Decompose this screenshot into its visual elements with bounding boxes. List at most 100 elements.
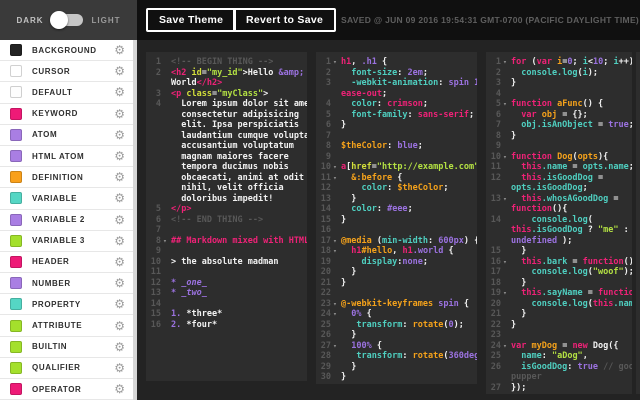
fold-marker-icon[interactable]: ▾ <box>501 194 509 205</box>
gear-icon[interactable]: ⚙ <box>114 214 125 226</box>
line-number: 2 <box>495 67 501 78</box>
save-theme-button[interactable]: Save Theme <box>146 8 237 32</box>
fold-gutter <box>161 152 169 163</box>
fold-marker-icon[interactable]: ▾ <box>501 57 509 68</box>
fold-marker-icon[interactable]: ▾ <box>331 236 339 247</box>
line-number: 29 <box>320 361 331 372</box>
fold-marker-icon[interactable]: ▾ <box>501 341 509 352</box>
sidebar-item-qualifier[interactable]: QUALIFIER ⚙ <box>0 357 137 379</box>
fold-gutter <box>161 309 169 320</box>
sidebar-item-operator[interactable]: OPERATOR ⚙ <box>0 379 137 400</box>
fold-gutter <box>501 267 509 278</box>
code-text: ## Markdown mixed with HTML? <box>171 235 307 246</box>
next-code-panel-edge <box>636 52 640 394</box>
gear-icon[interactable]: ⚙ <box>114 362 125 374</box>
code-text: <h2 id="my_id">Hello &amp; <box>171 67 305 78</box>
code-line: 12 this.isGoodDog = <box>486 173 632 184</box>
fold-marker-icon[interactable]: ▾ <box>331 299 339 310</box>
code-line: 14 <box>146 299 307 310</box>
code-line: 13 } <box>316 194 477 205</box>
code-text: this.whosAGoodDog = <box>511 193 619 204</box>
code-line: function(){ <box>486 204 632 215</box>
line-number: 19 <box>490 288 501 298</box>
code-line: 5 ▾ function aFunc() { <box>486 99 632 110</box>
gear-icon[interactable]: ⚙ <box>114 256 125 268</box>
sidebar-item-background[interactable]: BACKGROUND ⚙ <box>0 40 137 62</box>
code-text: } <box>341 214 347 225</box>
gear-icon[interactable]: ⚙ <box>114 192 125 204</box>
fold-marker-icon[interactable]: ▾ <box>501 288 509 299</box>
fold-marker-icon[interactable]: ▾ <box>331 173 339 184</box>
sidebar-item-default[interactable]: DEFAULT ⚙ <box>0 82 137 104</box>
gear-icon[interactable]: ⚙ <box>114 235 125 247</box>
code-text: h1#hello, h1.world { <box>341 246 454 256</box>
fold-marker-icon[interactable]: ▾ <box>331 309 339 320</box>
fold-marker-icon[interactable]: ▾ <box>161 236 169 247</box>
fold-gutter <box>501 372 509 383</box>
fold-marker-icon[interactable]: ▾ <box>501 257 509 268</box>
sidebar-item-definition[interactable]: DEFINITION ⚙ <box>0 167 137 189</box>
gear-icon[interactable]: ⚙ <box>114 341 125 353</box>
code-text: } <box>511 246 527 256</box>
code-line: 8 $theColor: blue; <box>316 141 477 152</box>
gear-icon[interactable]: ⚙ <box>114 171 125 183</box>
fold-marker-icon[interactable]: ▾ <box>501 152 509 163</box>
gear-icon[interactable]: ⚙ <box>114 383 125 395</box>
sidebar-item-variable-2[interactable]: VARIABLE 2 ⚙ <box>0 209 137 231</box>
line-number: 4 <box>495 88 501 99</box>
sidebar-item-builtin[interactable]: BUILTIN ⚙ <box>0 336 137 358</box>
code-line: 8 ▾ ## Markdown mixed with HTML? <box>146 236 307 247</box>
line-number: 6 <box>325 120 331 130</box>
line-number <box>146 141 161 152</box>
gear-icon[interactable]: ⚙ <box>114 298 125 310</box>
code-line: 5 font-family: sans-serif; <box>316 110 477 121</box>
gear-icon[interactable]: ⚙ <box>114 150 125 162</box>
code-text: nihil, velit officia <box>171 183 284 193</box>
sidebar-item-variable[interactable]: VARIABLE ⚙ <box>0 188 137 210</box>
code-line: 26 isGoodDog: true // good <box>486 362 632 373</box>
code-panel-javascript[interactable]: 1▾for (var i=0; i<10; i++) {2 console.lo… <box>486 52 632 394</box>
code-line: doloribus impedit! <box>146 194 307 205</box>
fold-marker-icon[interactable]: ▾ <box>331 246 339 257</box>
line-number <box>486 183 501 194</box>
code-text: } <box>511 319 517 330</box>
line-number: 21 <box>320 277 331 288</box>
fold-gutter <box>501 362 509 373</box>
fold-marker-icon[interactable]: ▾ <box>331 57 339 68</box>
dark-light-toggle[interactable] <box>49 11 83 29</box>
sidebar-item-header[interactable]: HEADER ⚙ <box>0 251 137 274</box>
fold-marker-icon[interactable]: ▾ <box>501 99 509 110</box>
gear-icon[interactable]: ⚙ <box>114 277 125 289</box>
code-line: 6} <box>316 120 477 131</box>
code-line: 16▾ this.bark = function(){ <box>486 257 632 268</box>
fold-gutter <box>331 152 339 163</box>
code-text: } <box>341 330 357 340</box>
sidebar-item-variable-3[interactable]: VARIABLE 3 ⚙ <box>0 230 137 252</box>
fold-marker-icon[interactable]: ▾ <box>331 162 339 173</box>
sidebar-item-keyword[interactable]: KEYWORD ⚙ <box>0 103 137 125</box>
sidebar-item-number[interactable]: NUMBER ⚙ <box>0 273 137 295</box>
line-number: 5 <box>495 99 501 109</box>
code-text: * _one_ <box>171 277 207 288</box>
code-line: 3 <p class="myClass"> <box>146 89 307 100</box>
fold-gutter <box>501 68 509 79</box>
revert-to-save-button[interactable]: Revert to Save <box>233 8 337 32</box>
code-text: obcaecati, animi at odit <box>171 172 305 183</box>
code-panel-css[interactable]: 1 ▾ h1, .h1 {2 font-size: 2em; 3 -webkit-an… <box>316 52 477 384</box>
sidebar-item-atom[interactable]: ATOM ⚙ <box>0 124 137 146</box>
gear-icon[interactable]: ⚙ <box>114 320 125 332</box>
line-number: 11 <box>320 172 331 183</box>
gear-icon[interactable]: ⚙ <box>114 65 125 77</box>
sidebar-item-property[interactable]: PROPERTY ⚙ <box>0 294 137 316</box>
gear-icon[interactable]: ⚙ <box>114 44 125 56</box>
fold-marker-icon[interactable]: ▾ <box>331 341 339 352</box>
sidebar-item-attribute[interactable]: ATTRIBUTE ⚙ <box>0 315 137 337</box>
gear-icon[interactable]: ⚙ <box>114 129 125 141</box>
gear-icon[interactable]: ⚙ <box>114 108 125 120</box>
sidebar-item-html-atom[interactable]: HTML ATOM ⚙ <box>0 145 137 168</box>
color-swatch <box>10 65 22 78</box>
code-panel-html-markdown[interactable]: 1 <!-- BEGIN THING --> 2 <h2 id="my_id">Hel… <box>146 52 307 381</box>
sidebar-item-cursor[interactable]: CURSOR ⚙ <box>0 61 137 83</box>
line-number: 7 <box>155 225 161 235</box>
gear-icon[interactable]: ⚙ <box>114 86 125 98</box>
